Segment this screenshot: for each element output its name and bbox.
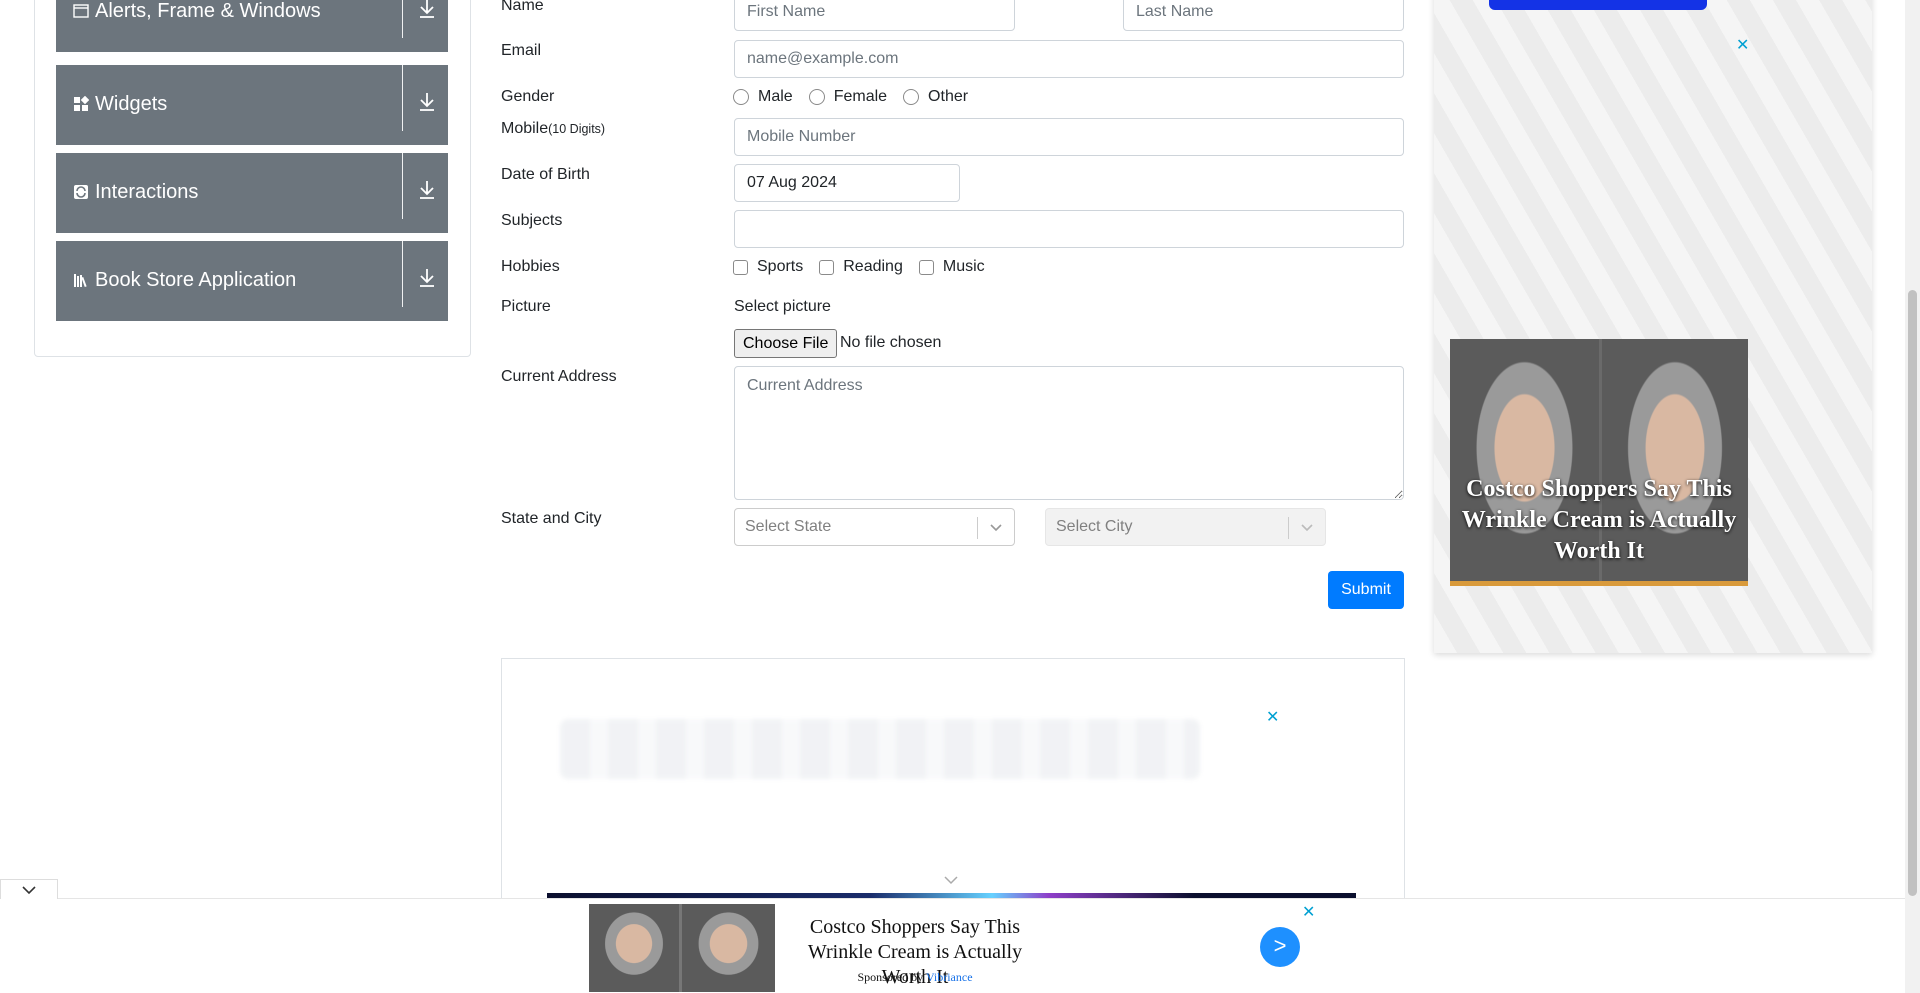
state-placeholder: Select State [745,518,832,535]
state-city-label: State and City [501,510,602,527]
ad-bar [1450,581,1748,586]
ad-placeholder [560,719,1200,779]
sidebar-panel: Alerts, Frame & Windows Widgets Interact… [34,0,471,357]
radio-button[interactable] [903,89,920,105]
download-icon[interactable] [418,91,436,113]
radio-label: Female [833,88,888,105]
sponsor-prefix: Sponsored by [857,970,924,984]
mobile-label: Mobile(10 Digits) [501,120,605,138]
radio-label: Male [758,88,793,105]
gender-option-other[interactable]: Other [903,88,968,106]
sidebar-group-widgets[interactable]: Widgets [56,65,448,145]
ad-headline: Costco Shoppers Say This Wrinkle Cream i… [1461,476,1737,564]
close-icon[interactable]: ✕ [1302,905,1315,921]
radio-button[interactable] [733,89,749,105]
current-address-label: Current Address [501,368,617,385]
interactions-icon [74,185,88,199]
mobile-hint: (10 Digits) [548,122,606,136]
radio-button[interactable] [808,89,825,105]
divider [1288,517,1289,539]
hobbies-label: Hobbies [501,258,560,275]
city-select[interactable]: Select City [1045,508,1326,546]
date-of-birth-input[interactable] [734,164,960,202]
ad-image-right [682,904,775,992]
sponsor-name[interactable]: Vibriance [926,970,973,984]
ad-image-left [589,904,679,992]
ad-sidebar[interactable]: ✕ ✕ Costco Shoppers Say This Wrinkle Cre… [1434,0,1872,653]
chevron-down-icon[interactable] [1299,519,1315,535]
state-select[interactable]: Select State [734,508,1015,546]
checkbox[interactable] [918,259,934,275]
name-label: Name [501,0,544,14]
chevron-down-icon[interactable] [943,874,959,886]
sidebar-group-interactions[interactable]: Interactions [56,153,448,233]
hobbies-checkbox-group: Sports Reading Music [733,258,1001,276]
download-icon[interactable] [418,0,436,20]
hobby-option-music[interactable]: Music [918,258,985,276]
widgets-icon [74,96,89,111]
email-label: Email [501,42,542,59]
submit-button[interactable]: Submit [1328,571,1404,609]
close-icon[interactable]: ✕ [1736,38,1749,54]
gender-label: Gender [501,88,555,105]
subjects-label: Subjects [501,212,563,229]
chevron-down-icon[interactable] [988,519,1004,535]
gender-option-male[interactable]: Male [733,88,793,106]
checkbox[interactable] [819,259,835,275]
checkbox[interactable] [733,259,748,275]
checkbox-label: Sports [757,258,804,275]
city-placeholder: Select City [1056,518,1133,535]
ad-sticky-footer[interactable]: Costco Shoppers Say This Wrinkle Cream i… [0,879,1905,993]
close-icon[interactable]: ✕ [1266,710,1279,726]
divider [402,153,403,219]
file-status: No file chosen [840,334,942,351]
ad-go-button[interactable]: > [1260,927,1300,967]
books-icon [74,274,87,288]
checkbox-label: Reading [843,258,903,275]
mobile-input[interactable] [734,118,1404,156]
radio-label: Other [928,88,969,105]
divider [402,0,403,38]
window-icon [73,4,89,18]
ad-card[interactable]: Costco Shoppers Say This Wrinkle Cream i… [1450,339,1748,586]
sidebar-group-label: Interactions [95,181,199,203]
select-picture-label: Select picture [734,298,831,315]
dob-label: Date of Birth [501,166,590,183]
picture-label: Picture [501,298,551,315]
ad-cta-button[interactable] [1489,0,1707,10]
hobby-option-sports[interactable]: Sports [733,258,803,276]
gender-option-female[interactable]: Female [808,88,888,106]
divider [402,241,403,307]
scrollbar-thumb[interactable] [1908,290,1917,896]
gender-radio-group: Male Female Other [733,88,984,106]
download-icon[interactable] [418,267,436,289]
first-name-input[interactable] [734,0,1015,31]
choose-file-button[interactable]: Choose File [734,329,838,358]
divider [402,65,403,131]
collapse-ad-button[interactable] [0,879,58,899]
subjects-input[interactable] [734,210,1404,248]
download-icon[interactable] [418,179,436,201]
divider [977,517,978,539]
sidebar-group-label: Book Store Application [95,269,297,291]
checkbox-label: Music [942,258,985,275]
chevron-down-icon[interactable] [21,884,37,896]
email-field[interactable] [734,40,1404,78]
mobile-label-text: Mobile [501,120,549,137]
ad-image[interactable] [589,904,775,992]
sidebar-group-alerts[interactable]: Alerts, Frame & Windows [56,0,448,52]
sidebar-group-label: Widgets [95,93,168,115]
hobby-option-reading[interactable]: Reading [819,258,903,276]
last-name-input[interactable] [1123,0,1404,31]
scrollbar[interactable] [1905,0,1920,993]
current-address-textarea[interactable] [734,366,1404,500]
ad-sponsor: Sponsored by Vibriance [790,970,1040,985]
sidebar-group-label: Alerts, Frame & Windows [95,0,321,22]
sidebar-group-bookstore[interactable]: Book Store Application [56,241,448,321]
